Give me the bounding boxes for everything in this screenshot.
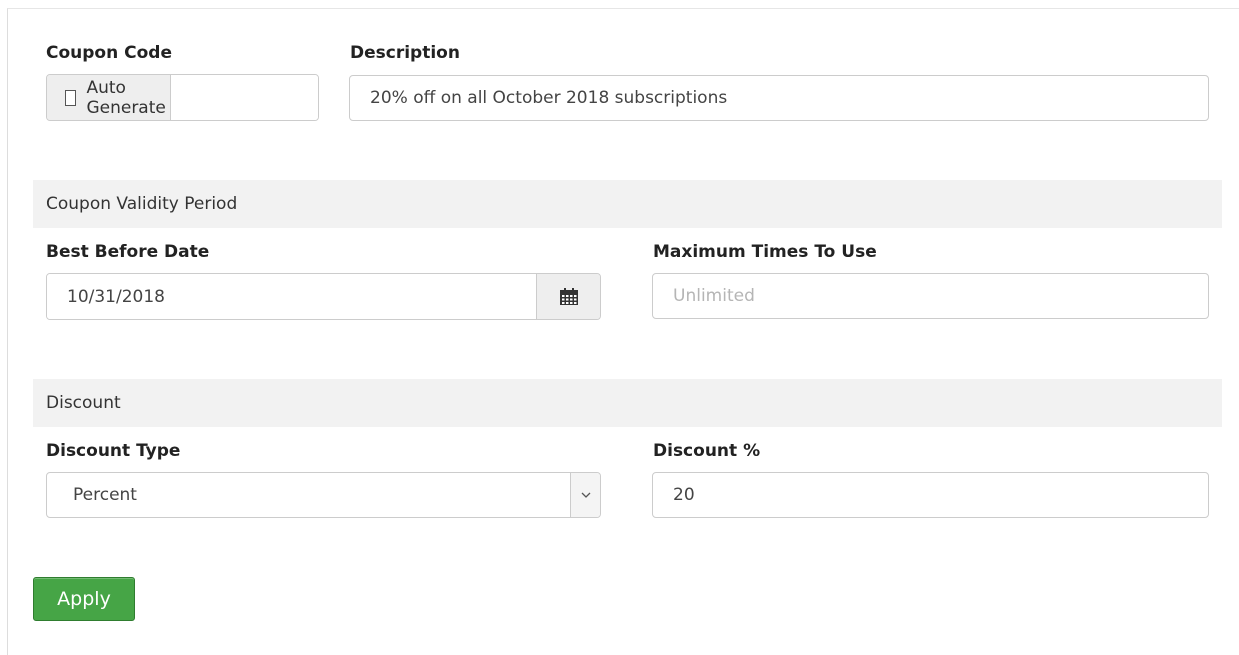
discount-percent-label: Discount % bbox=[653, 441, 761, 461]
discount-percent-input[interactable] bbox=[652, 472, 1209, 518]
max-times-label: Maximum Times To Use bbox=[653, 242, 877, 262]
apply-button[interactable]: Apply bbox=[33, 577, 135, 621]
auto-generate-label: Auto Generate bbox=[86, 77, 166, 118]
discount-type-value: Percent bbox=[73, 485, 137, 505]
validity-section-header: Coupon Validity Period bbox=[33, 180, 1222, 228]
best-before-date-label: Best Before Date bbox=[46, 242, 210, 262]
discount-type-label: Discount Type bbox=[46, 441, 181, 461]
discount-section-header: Discount bbox=[33, 379, 1222, 427]
coupon-code-input[interactable] bbox=[171, 75, 318, 120]
best-before-date-group bbox=[46, 273, 601, 320]
chevron-down-icon bbox=[581, 492, 590, 498]
calendar-button[interactable] bbox=[536, 274, 600, 319]
auto-generate-checkbox[interactable] bbox=[65, 89, 77, 106]
discount-type-select[interactable]: Percent bbox=[46, 472, 601, 518]
coupon-code-label: Coupon Code bbox=[46, 43, 172, 63]
discount-type-dropdown-toggle[interactable] bbox=[570, 473, 600, 517]
max-times-input[interactable] bbox=[652, 273, 1209, 319]
best-before-date-input[interactable] bbox=[47, 274, 536, 319]
description-label: Description bbox=[350, 43, 460, 63]
description-input[interactable] bbox=[349, 75, 1209, 121]
coupon-code-group: Auto Generate bbox=[46, 74, 319, 121]
calendar-icon bbox=[559, 287, 578, 305]
auto-generate-toggle[interactable]: Auto Generate bbox=[47, 75, 172, 120]
